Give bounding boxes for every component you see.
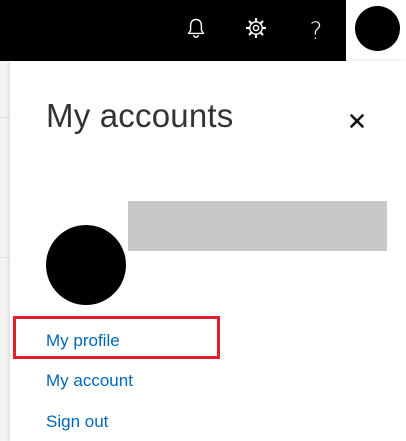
my-account-link[interactable]: My account xyxy=(46,371,133,391)
bell-icon xyxy=(186,17,206,44)
accounts-panel: My accounts My profile My account Sign o… xyxy=(10,61,406,441)
sign-out-link[interactable]: Sign out xyxy=(46,412,108,432)
panel-title: My accounts xyxy=(46,97,234,134)
account-manager-button[interactable] xyxy=(346,0,406,61)
top-bar: ? xyxy=(0,0,406,61)
avatar xyxy=(46,225,126,305)
settings-button[interactable] xyxy=(227,0,285,61)
redacted-account-name xyxy=(128,201,387,251)
help-button[interactable]: ? xyxy=(287,0,345,61)
help-icon: ? xyxy=(309,16,323,45)
avatar xyxy=(355,6,400,51)
close-button[interactable] xyxy=(343,109,371,137)
close-icon xyxy=(350,113,364,133)
divider xyxy=(0,117,10,118)
divider xyxy=(0,257,10,258)
background-page xyxy=(0,61,10,441)
gear-icon xyxy=(245,17,267,44)
my-profile-link[interactable]: My profile xyxy=(46,331,120,351)
notifications-button[interactable] xyxy=(167,0,225,61)
